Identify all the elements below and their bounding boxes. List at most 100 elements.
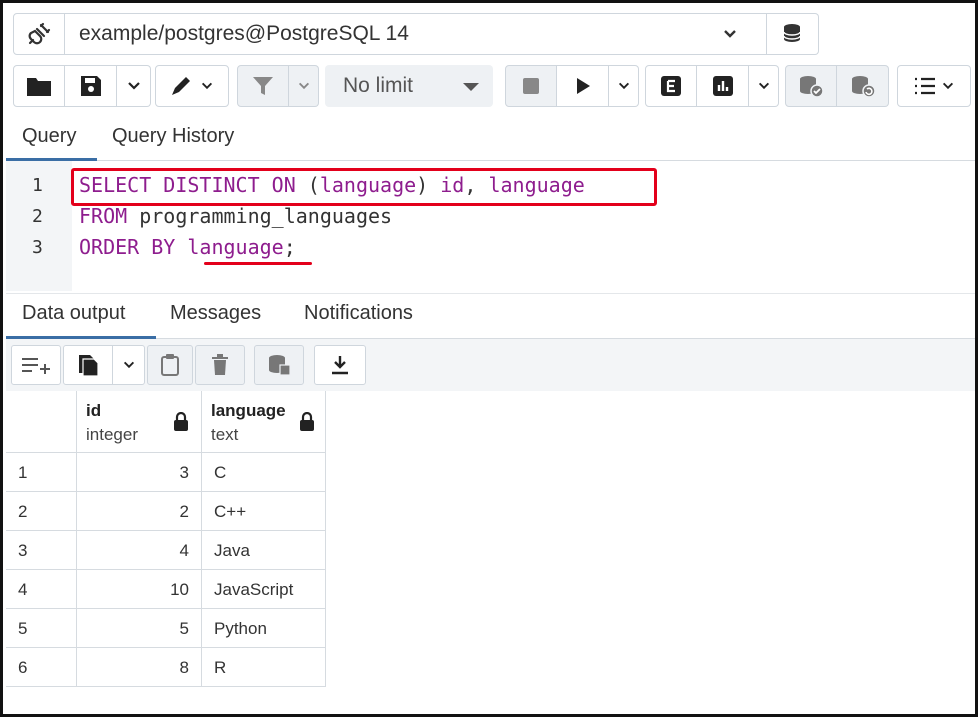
download-icon [332, 356, 348, 375]
tab-notifications[interactable]: Notifications [304, 302, 413, 325]
line-number: 1 [32, 175, 43, 196]
tab-query-history[interactable]: Query History [112, 125, 234, 148]
lock-icon [300, 412, 314, 431]
delete-button[interactable] [195, 345, 245, 385]
chevron-down-icon [201, 82, 213, 90]
column-name: id [86, 401, 102, 420]
add-row-button[interactable] [11, 345, 61, 385]
row-limit-select[interactable]: No limit [325, 65, 493, 107]
plug-disconnected-icon [28, 22, 51, 45]
execute-options-dropdown[interactable] [609, 65, 639, 107]
cell-id[interactable]: 5 [77, 609, 202, 648]
stop-query-button[interactable] [505, 65, 557, 107]
output-toolbar [6, 339, 975, 391]
save-options-dropdown[interactable] [117, 65, 151, 107]
row-number-cell[interactable]: 3 [6, 531, 77, 570]
sql-token: FROM [79, 204, 128, 228]
download-button[interactable] [314, 345, 366, 385]
cell-id[interactable]: 4 [77, 531, 202, 570]
cell-language[interactable]: JavaScript [202, 570, 326, 609]
lock-icon [174, 412, 188, 431]
trash-icon [212, 354, 228, 375]
paste-icon [161, 354, 179, 376]
cell-id[interactable]: 10 [77, 570, 202, 609]
pgadmin-query-tool: example/postgres@PostgreSQL 14 No limit … [0, 0, 978, 717]
column-header-id[interactable]: id integer [77, 391, 202, 453]
copy-button[interactable] [63, 345, 113, 385]
commit-button[interactable] [785, 65, 837, 107]
row-number-cell[interactable]: 1 [6, 453, 77, 492]
output-tabs: Data output Messages Notifications [6, 293, 975, 339]
edit-icon [172, 77, 190, 95]
open-file-button[interactable] [13, 65, 65, 107]
sql-text: programming_languages [127, 204, 393, 228]
column-type: integer [86, 425, 138, 444]
cell-id[interactable]: 2 [77, 492, 202, 531]
sql-token: language [187, 235, 284, 259]
row-number-cell[interactable]: 4 [6, 570, 77, 609]
tab-data-output[interactable]: Data output [22, 302, 125, 325]
column-type: text [211, 425, 239, 444]
explain-button[interactable] [645, 65, 697, 107]
row-number-cell[interactable]: 6 [6, 648, 77, 687]
paste-button[interactable] [147, 345, 193, 385]
copy-icon [79, 355, 99, 377]
query-toolbar: No limit [13, 65, 973, 109]
execute-button[interactable] [557, 65, 609, 107]
line-number: 2 [32, 206, 43, 227]
chevron-down-icon [618, 82, 629, 90]
rollback-icon [851, 76, 876, 98]
connection-label: example/postgres@PostgreSQL 14 [79, 22, 409, 45]
cell-id[interactable]: 8 [77, 648, 202, 687]
chevron-down-icon [123, 361, 134, 369]
code-line: ORDER BY language; [79, 235, 296, 259]
row-limit-value: No limit [343, 74, 414, 97]
cell-language[interactable]: C [202, 453, 326, 492]
connection-select[interactable]: example/postgres@PostgreSQL 14 [65, 13, 767, 55]
save-data-button[interactable] [254, 345, 304, 385]
cell-language[interactable]: Java [202, 531, 326, 570]
stop-icon [523, 78, 539, 94]
connection-bar: example/postgres@PostgreSQL 14 [13, 13, 819, 55]
commit-icon [800, 76, 824, 98]
row-number-cell[interactable]: 2 [6, 492, 77, 531]
cell-id[interactable]: 3 [77, 453, 202, 492]
filter-button[interactable] [237, 65, 289, 107]
copy-options-dropdown[interactable] [113, 345, 145, 385]
sql-editor[interactable]: 1 SELECT DISTINCT ON (language) id, langu… [6, 161, 975, 291]
highlight-box-annotation [71, 168, 657, 206]
edit-button[interactable] [155, 65, 229, 107]
explain-icon [661, 76, 681, 96]
connection-status-button[interactable] [13, 13, 65, 55]
add-row-icon [22, 358, 50, 374]
rollback-button[interactable] [837, 65, 889, 107]
cell-language[interactable]: Python [202, 609, 326, 648]
column-name: language [211, 401, 286, 420]
chevron-down-icon [758, 82, 769, 90]
cell-language[interactable]: R [202, 648, 326, 687]
play-icon [576, 78, 590, 94]
column-header-language[interactable]: language text [202, 391, 326, 453]
save-icon [80, 76, 101, 96]
caret-down-icon [463, 83, 479, 91]
explain-analyze-icon [712, 76, 733, 96]
chevron-down-icon [942, 82, 954, 90]
cell-language[interactable]: C++ [202, 492, 326, 531]
sql-text: ; [283, 235, 296, 259]
tab-query[interactable]: Query [22, 125, 76, 148]
tab-messages[interactable]: Messages [170, 302, 261, 325]
chevron-down-icon [298, 82, 309, 90]
save-file-button[interactable] [65, 65, 117, 107]
folder-icon [27, 78, 51, 96]
code-line: FROM programming_languages [79, 204, 392, 228]
filter-options-dropdown[interactable] [289, 65, 319, 107]
macros-button[interactable] [897, 65, 971, 107]
explain-analyze-button[interactable] [697, 65, 749, 107]
line-number: 3 [32, 237, 43, 258]
new-connection-button[interactable] [767, 13, 819, 55]
row-number-cell[interactable]: 5 [6, 609, 77, 648]
save-data-icon [269, 355, 291, 376]
explain-options-dropdown[interactable] [749, 65, 779, 107]
underline-annotation [204, 262, 312, 265]
data-grid: id integer language text 1 3 C 2 2 C++ 3 4 Java 4… [6, 391, 975, 714]
